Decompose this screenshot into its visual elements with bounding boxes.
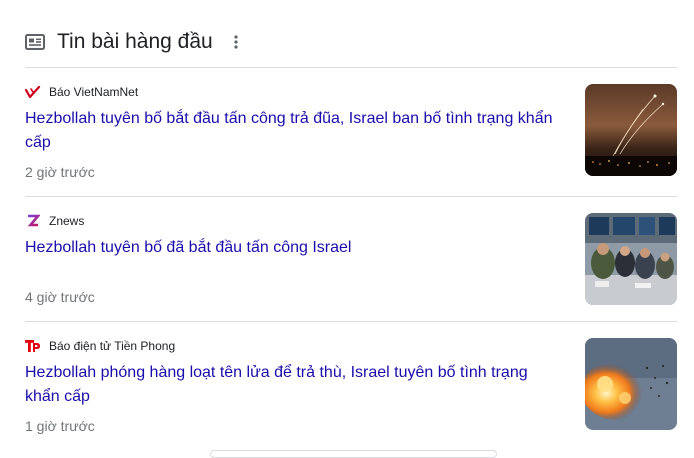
- article-headline-link[interactable]: Hezbollah tuyên bố đã bắt đầu tấn công I…: [25, 236, 565, 260]
- article-time: 1 giờ trước: [25, 418, 95, 434]
- article-thumbnail[interactable]: [585, 338, 677, 430]
- tienphong-logo-icon: [25, 338, 41, 354]
- news-article[interactable]: Báo VietNamNet Hezbollah tuyên bố bắt đầ…: [25, 83, 677, 183]
- source-name: Znews: [49, 214, 85, 228]
- top-stories-title: Tin bài hàng đầu: [57, 30, 213, 53]
- vietnamnet-logo-icon: [25, 84, 41, 100]
- divider: [25, 321, 677, 322]
- news-article[interactable]: Znews Hezbollah tuyên bố đã bắt đầu tấn …: [25, 212, 677, 312]
- more-vert-icon[interactable]: [228, 32, 244, 52]
- article-thumbnail[interactable]: [585, 213, 677, 305]
- bottom-more-bar[interactable]: [210, 450, 497, 458]
- article-headline-link[interactable]: Hezbollah tuyên bố bắt đầu tấn công trả …: [25, 107, 565, 155]
- znews-logo-icon: [25, 213, 41, 229]
- news-icon: [25, 33, 45, 51]
- article-thumbnail[interactable]: [585, 84, 677, 176]
- top-stories-header: Tin bài hàng đầu: [25, 26, 244, 58]
- article-headline-link[interactable]: Hezbollah phóng hàng loạt tên lửa để trả…: [25, 361, 565, 409]
- article-time: 2 giờ trước: [25, 164, 95, 180]
- source-name: Báo điện tử Tiền Phong: [49, 339, 176, 353]
- divider: [25, 196, 677, 197]
- article-source: Znews: [25, 212, 84, 230]
- source-name: Báo VietNamNet: [49, 85, 139, 99]
- article-source: Báo VietNamNet: [25, 83, 138, 101]
- article-source: Báo điện tử Tiền Phong: [25, 337, 175, 355]
- news-article[interactable]: Báo điện tử Tiền Phong Hezbollah phóng h…: [25, 337, 677, 437]
- divider: [25, 67, 677, 68]
- article-time: 4 giờ trước: [25, 289, 95, 305]
